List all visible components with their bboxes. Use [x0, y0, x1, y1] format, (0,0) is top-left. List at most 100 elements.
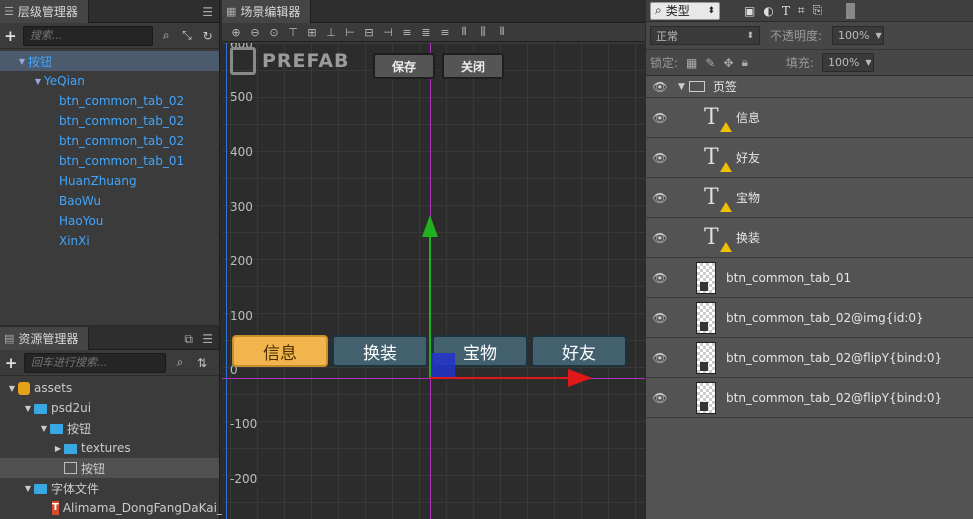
image-layer[interactable]: 👁︎ btn_common_tab_01	[646, 258, 973, 298]
tree-node[interactable]: ▼ 按钮	[0, 418, 219, 438]
expand-arrow-icon[interactable]: ▼	[32, 77, 44, 86]
panel-menu-icon[interactable]: ☰	[202, 5, 213, 19]
assets-search-input[interactable]	[24, 352, 166, 373]
smart-object-filter-icon[interactable]: ⎘	[813, 3, 823, 18]
visibility-eye-icon[interactable]: 👁︎	[646, 111, 674, 125]
expand-arrow-icon[interactable]: ▼	[22, 484, 34, 493]
tree-node[interactable]: ▼ psd2ui	[0, 398, 219, 418]
expand-arrow-icon[interactable]: ▼	[16, 57, 28, 66]
lock-all-icon[interactable]: 🔒︎	[742, 55, 748, 70]
image-layer[interactable]: 👁︎ btn_common_tab_02@img{id:0}	[646, 298, 973, 338]
opacity-input[interactable]: 100% ▼	[832, 26, 885, 45]
panel-menu-icon[interactable]: ☰	[202, 332, 213, 346]
expand-arrow-icon[interactable]: ▼	[678, 82, 685, 92]
scene-tab[interactable]: ▦ 场景编辑器	[222, 0, 312, 23]
tree-node[interactable]: ▼ 字体文件	[0, 478, 219, 498]
tree-node[interactable]: btn_common_tab_02	[0, 111, 219, 131]
expand-arrow-icon[interactable]: ▼	[6, 384, 18, 393]
zoom-out-icon[interactable]: ⊖	[247, 26, 263, 39]
align-left-icon[interactable]: ⊢	[342, 26, 358, 39]
layer-group[interactable]: 👁︎ ▼ 页签	[646, 76, 973, 98]
visibility-eye-icon[interactable]: 👁︎	[646, 351, 674, 365]
tree-node[interactable]: btn_common_tab_02	[0, 131, 219, 151]
distribute-h-icon[interactable]: ⫼	[475, 25, 491, 39]
popout-icon[interactable]: ⧉	[184, 332, 193, 347]
hierarchy-tab[interactable]: ☰ 层级管理器	[0, 0, 89, 23]
distribute-left-icon[interactable]: ⫴	[456, 25, 472, 39]
hierarchy-search-input[interactable]	[22, 25, 153, 46]
scene-canvas[interactable]: 600 500 400 300 200 100 0 -100 -200 PREF…	[222, 43, 645, 519]
align-right-icon[interactable]: ⊣	[380, 26, 396, 39]
assets-toolbar: + ⌕ ⇅	[0, 350, 219, 376]
collapse-icon[interactable]: ⤡	[180, 28, 195, 43]
save-button[interactable]: 保存	[373, 53, 435, 79]
tree-node[interactable]: ▼ YeQian	[0, 71, 219, 91]
gizmo-origin-handle[interactable]	[431, 353, 455, 377]
zoom-reset-icon[interactable]: ⊙	[266, 26, 282, 39]
text-layer[interactable]: 👁︎ T 信息	[646, 98, 973, 138]
gizmo-x-arrow-icon[interactable]	[568, 369, 592, 387]
type-filter-icon[interactable]: T	[782, 4, 790, 18]
align-hcenter-icon[interactable]: ⊟	[361, 26, 377, 39]
tab-button-info[interactable]: 信息	[232, 335, 328, 367]
expand-arrow-icon[interactable]: ▼	[38, 424, 50, 433]
sort-icon[interactable]: ⇅	[194, 356, 210, 370]
visibility-eye-icon[interactable]: 👁︎	[646, 231, 674, 245]
image-layer[interactable]: 👁︎ btn_common_tab_02@flipY{bind:0}	[646, 338, 973, 378]
tree-node[interactable]: XinXi	[0, 231, 219, 251]
search-icon[interactable]: ⌕	[159, 28, 174, 43]
tab-button-friends[interactable]: 好友	[531, 335, 627, 367]
fill-input[interactable]: 100% ▼	[821, 53, 874, 72]
image-layer[interactable]: 👁︎ btn_common_tab_02@flipY{bind:0}	[646, 378, 973, 418]
distribute-right-icon[interactable]: ⫴	[494, 25, 510, 39]
visibility-eye-icon[interactable]: 👁︎	[646, 391, 674, 405]
text-layer[interactable]: 👁︎ T 好友	[646, 138, 973, 178]
tree-node[interactable]: BaoWu	[0, 191, 219, 211]
filter-toggle[interactable]	[846, 2, 856, 19]
text-layer[interactable]: 👁︎ T 换装	[646, 218, 973, 258]
blend-mode-select[interactable]: 正常 ⬍	[650, 26, 760, 45]
tree-node[interactable]: HaoYou	[0, 211, 219, 231]
distribute-bottom-icon[interactable]: ≡	[437, 26, 453, 39]
text-layer[interactable]: 👁︎ T 宝物	[646, 178, 973, 218]
image-filter-icon[interactable]: ▣	[744, 4, 755, 18]
search-icon[interactable]: ⌕	[172, 355, 188, 370]
shape-filter-icon[interactable]: ⌗	[798, 3, 805, 18]
tree-node[interactable]: HuanZhuang	[0, 171, 219, 191]
align-bottom-icon[interactable]: ⊥	[323, 26, 339, 39]
visibility-eye-icon[interactable]: 👁︎	[646, 271, 674, 285]
filter-type-select[interactable]: ⌕ 类型 ⬍	[650, 1, 720, 20]
visibility-eye-icon[interactable]: 👁︎	[646, 191, 674, 205]
tree-node[interactable]: btn_common_tab_01	[0, 151, 219, 171]
visibility-eye-icon[interactable]: 👁︎	[646, 151, 674, 165]
lock-pixels-icon[interactable]: ✎	[705, 56, 715, 70]
tree-node[interactable]: btn_common_tab_02	[0, 91, 219, 111]
visibility-eye-icon[interactable]: 👁︎	[646, 311, 674, 325]
tree-node[interactable]: ▼ assets	[0, 378, 219, 398]
align-top-icon[interactable]: ⊤	[285, 26, 301, 39]
distribute-top-icon[interactable]: ≡	[399, 26, 415, 39]
distribute-v-icon[interactable]: ≣	[418, 26, 434, 39]
assets-tab[interactable]: ▤ 资源管理器	[0, 327, 90, 350]
tree-node[interactable]: 按钮	[0, 458, 219, 478]
expand-arrow-icon[interactable]: ▶	[52, 444, 64, 453]
close-button[interactable]: 关闭	[442, 53, 504, 79]
add-asset-button[interactable]: +	[4, 354, 18, 372]
refresh-icon[interactable]: ↻	[200, 29, 215, 43]
tree-node[interactable]: ▶ textures	[0, 438, 219, 458]
node-label: btn_common_tab_01	[59, 154, 185, 168]
visibility-eye-icon[interactable]: 👁︎	[646, 80, 674, 94]
tree-node[interactable]: T Alimama_DongFangDaKai_	[0, 498, 223, 518]
expand-arrow-icon[interactable]: ▼	[22, 404, 34, 413]
scene-title: 场景编辑器	[240, 5, 301, 19]
lock-transparent-icon[interactable]: ▦	[686, 56, 697, 70]
zoom-in-icon[interactable]: ⊕	[228, 26, 244, 39]
tab-button-outfit[interactable]: 换装	[332, 335, 428, 367]
lock-position-icon[interactable]: ✥	[723, 56, 733, 70]
adjustment-filter-icon[interactable]: ◐	[763, 4, 773, 18]
gizmo-y-arrow-icon[interactable]	[422, 215, 438, 237]
tree-node[interactable]: ▼ 按钮	[0, 51, 219, 71]
add-node-button[interactable]: +	[4, 27, 17, 45]
align-vcenter-icon[interactable]: ⊞	[304, 26, 320, 39]
gizmo-x-axis[interactable]	[430, 377, 570, 379]
